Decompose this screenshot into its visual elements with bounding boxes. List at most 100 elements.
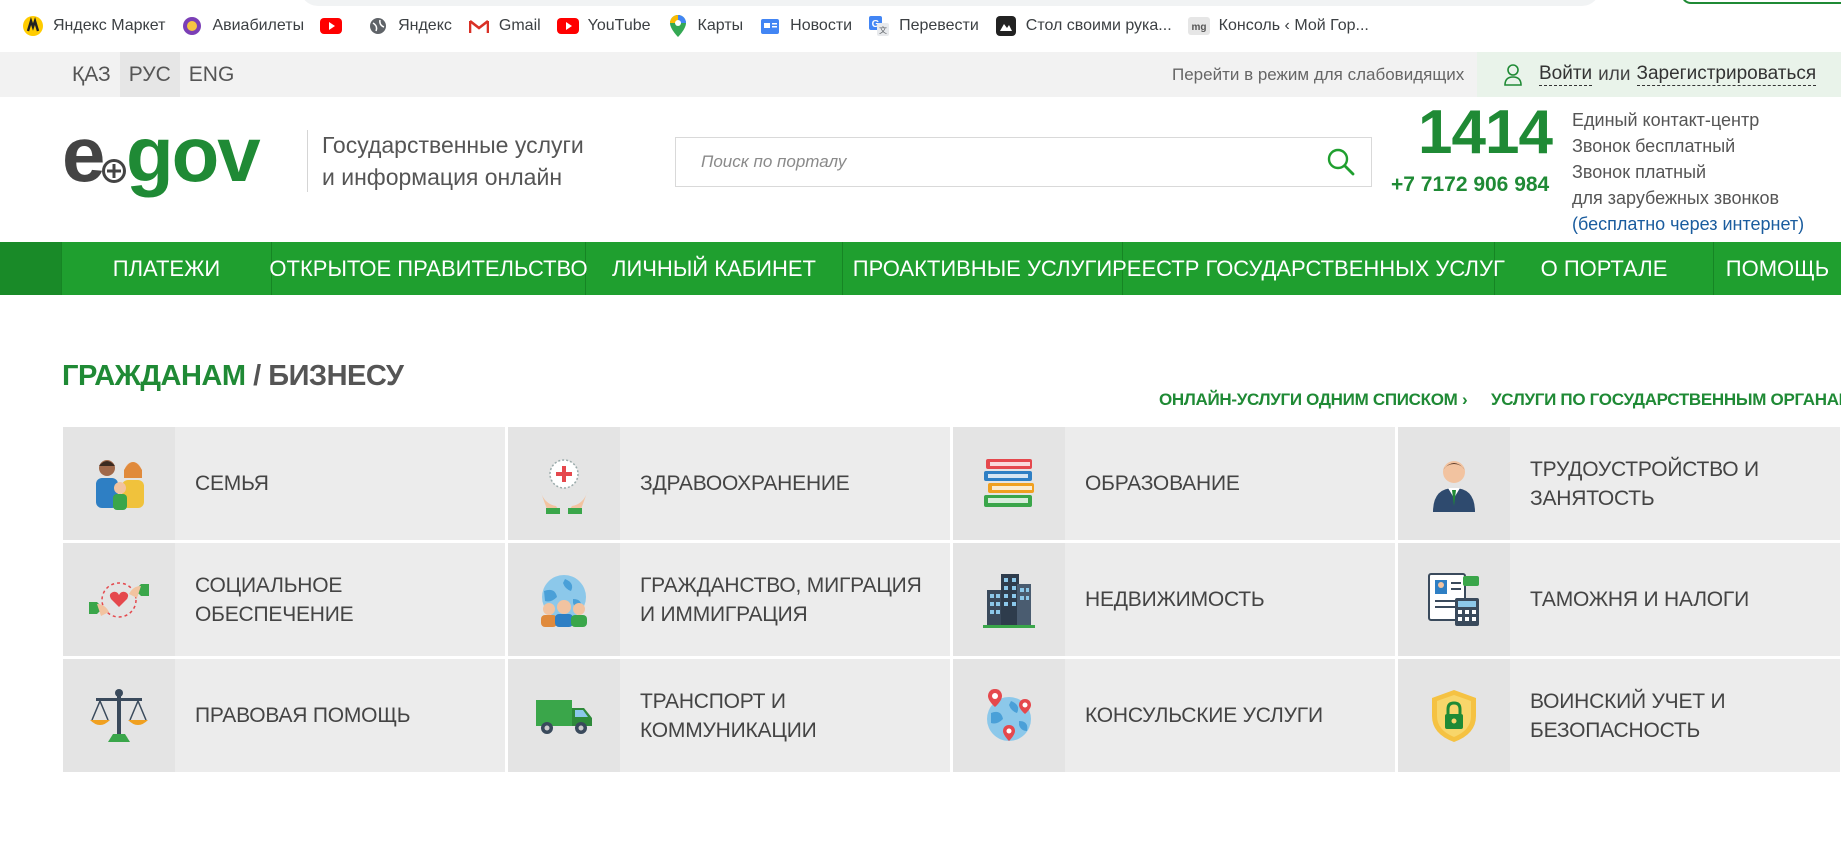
bookmark-youtube-1[interactable] (314, 11, 361, 41)
category-employment[interactable]: ТРУДОУСТРОЙСТВО И ЗАНЯТОСТЬ (1398, 427, 1840, 540)
paid-phone-number[interactable]: +7 7172 906 984 (1391, 173, 1549, 197)
bookmark-label: Новости (790, 17, 853, 34)
category-label: НЕДВИЖИМОСТЬ (1085, 588, 1265, 611)
tile-icon-box (508, 543, 620, 656)
category-healthcare[interactable]: ЗДРАВООХРАНЕНИЕ (508, 427, 950, 540)
category-transport[interactable]: ТРАНСПОРТ И КОММУНИКАЦИИ (508, 659, 950, 772)
table-icon (995, 15, 1017, 37)
lang-eng[interactable]: ENG (180, 52, 244, 97)
lang-rus[interactable]: РУС (119, 52, 180, 97)
category-label: СОЦИАЛЬНОЕ ОБЕСПЕЧЕНИЕ (195, 573, 354, 626)
nav-spacer (0, 242, 62, 295)
bookmark-label: Консоль ‹ Мой Гор... (1218, 17, 1369, 34)
svg-text:gov: gov (126, 119, 261, 198)
search-box (675, 137, 1372, 187)
nav-help[interactable]: ПОМОЩЬ (1714, 242, 1841, 295)
login-link[interactable]: Войти (1539, 63, 1593, 86)
contact-line: для зарубежных звонков (1572, 188, 1780, 208)
maps-pin-icon (667, 15, 689, 37)
bookmark-console[interactable]: mg Консоль ‹ Мой Гор... (1182, 11, 1379, 41)
contact-line: Звонок бесплатный (1572, 136, 1736, 156)
category-customs-taxes[interactable]: ТАМОЖНЯ И НАЛОГИ (1398, 543, 1840, 656)
egov-logo[interactable]: e gov (62, 119, 298, 205)
tile-icon-box (63, 543, 175, 656)
login-panel: Войти или Зарегистрироваться (1477, 52, 1841, 97)
nav-service-registry[interactable]: РЕЕСТР ГОСУДАРСТВЕННЫХ УСЛУГ (1112, 242, 1505, 295)
contact-line: Единый контакт-центр (1572, 110, 1760, 130)
services-by-agency-link[interactable]: УСЛУГИ ПО ГОСУДАРСТВЕННЫМ ОРГАНАМ › (1491, 390, 1841, 410)
tile-icon-box (953, 543, 1065, 656)
bookmark-news[interactable]: Новости (753, 11, 862, 41)
bookmark-label: Перевести (899, 17, 979, 34)
bookmark-gmail[interactable]: Gmail (462, 11, 551, 41)
search-icon[interactable] (1326, 147, 1356, 177)
low-vision-mode-link[interactable]: Перейти в режим для слабовидящих (1172, 52, 1464, 97)
category-family[interactable]: СЕМЬЯ (63, 427, 505, 540)
bookmark-yandex-market[interactable]: Яндекс Маркет (16, 11, 175, 41)
category-legal-aid[interactable]: ПРАВОВАЯ ПОМОЩЬ (63, 659, 505, 772)
contact-center-number[interactable]: 1414 (1418, 97, 1553, 168)
tile-icon-box (63, 659, 175, 772)
youtube-icon (320, 15, 343, 37)
bookmark-translate[interactable]: G文 Перевести (862, 11, 989, 41)
tagline-line-2: и информация онлайн (322, 164, 563, 190)
lang-kaz[interactable]: ҚАЗ (63, 52, 120, 97)
tile-icon-box (953, 427, 1065, 540)
mg-icon: mg (1187, 15, 1210, 37)
nav-personal-account[interactable]: ЛИЧНЫЙ КАБИНЕТ (586, 242, 843, 295)
bookmark-label: YouTube (587, 17, 651, 34)
category-label: ПРАВОВАЯ ПОМОЩЬ (195, 704, 411, 727)
internet-call-link[interactable]: (бесплатно через интернет) (1572, 211, 1804, 237)
category-label: СЕМЬЯ (195, 472, 269, 495)
bookmark-maps[interactable]: Карты (661, 11, 754, 41)
nav-about-portal[interactable]: О ПОРТАЛЕ (1495, 242, 1714, 295)
news-icon (759, 15, 781, 37)
bookmark-label: Яндекс Маркет (53, 17, 166, 34)
utility-bar: ҚАЗ РУС ENG Перейти в режим для слабовид… (0, 52, 1841, 97)
bookmarks-bar: Яндекс Маркет Авиабилеты Яндекс Gmail Yo… (0, 0, 1841, 52)
bookmark-youtube-2[interactable]: YouTube (551, 11, 661, 41)
truck-icon (536, 699, 592, 734)
bookmark-aviatickets[interactable]: Авиабилеты (175, 11, 314, 41)
language-switcher: ҚАЗ РУС ENG (63, 52, 243, 97)
yandex-market-icon (22, 15, 44, 37)
svg-text:mg: mg (1191, 22, 1206, 33)
globe-pins-icon (987, 688, 1031, 741)
tab-business[interactable]: БИЗНЕСУ (268, 360, 404, 392)
category-label: ГРАЖДАНСТВО, МИГРАЦИЯ И ИММИГРАЦИЯ (640, 573, 922, 626)
online-services-list-link[interactable]: ОНЛАЙН-УСЛУГИ ОДНИМ СПИСКОМ › (1159, 390, 1468, 410)
category-consular[interactable]: КОНСУЛЬСКИЕ УСЛУГИ (953, 659, 1395, 772)
category-citizenship-migration[interactable]: ГРАЖДАНСТВО, МИГРАЦИЯ И ИММИГРАЦИЯ (508, 543, 950, 656)
category-social-security[interactable]: СОЦИАЛЬНОЕ ОБЕСПЕЧЕНИЕ (63, 543, 505, 656)
category-grid: СЕМЬЯ ЗДРАВООХРАНЕНИЕ ОБРАЗОВАНИЕ ТРУДОУ… (63, 427, 1840, 772)
site-tagline: Государственные услуги и информация онла… (322, 129, 584, 193)
translate-icon: G文 (868, 15, 890, 37)
youtube-icon (556, 15, 579, 37)
bookmark-label: Gmail (498, 17, 541, 34)
nav-payments[interactable]: ПЛАТЕЖИ (62, 242, 272, 295)
tile-icon-box (508, 659, 620, 772)
social-care-icon (89, 581, 149, 618)
logo-divider (307, 130, 308, 192)
tile-icon-box (1398, 659, 1510, 772)
category-military-security[interactable]: ВОИНСКИЙ УЧЕТ И БЕЗОПАСНОСТЬ (1398, 659, 1840, 772)
bookmark-yandex[interactable]: Яндекс (361, 11, 462, 41)
category-real-estate[interactable]: НЕДВИЖИМОСТЬ (953, 543, 1395, 656)
register-link[interactable]: Зарегистрироваться (1636, 63, 1817, 86)
employee-icon (1433, 460, 1475, 512)
bookmark-table[interactable]: Стол своими рука... (989, 11, 1182, 41)
category-education[interactable]: ОБРАЗОВАНИЕ (953, 427, 1395, 540)
nav-open-government[interactable]: ОТКРЫТОЕ ПРАВИТЕЛЬСТВО (269, 242, 588, 295)
tile-icon-box (1398, 543, 1510, 656)
search-input[interactable] (676, 138, 1306, 186)
main-nav: ПЛАТЕЖИ ОТКРЫТОЕ ПРАВИТЕЛЬСТВО ЛИЧНЫЙ КА… (0, 242, 1841, 295)
bookmark-label: Карты (697, 17, 744, 34)
tagline-line-1: Государственные услуги (322, 132, 584, 158)
nav-proactive-services[interactable]: ПРОАКТИВНЫЕ УСЛУГИ (843, 242, 1123, 295)
gmail-icon (468, 15, 490, 37)
scales-icon (90, 688, 148, 742)
tab-citizens[interactable]: ГРАЖДАНАМ (62, 360, 246, 392)
category-label: ТРУДОУСТРОЙСТВО И ЗАНЯТОСТЬ (1530, 457, 1759, 510)
bookmark-label: Авиабилеты (212, 17, 305, 34)
tax-calculator-icon (1428, 572, 1479, 626)
